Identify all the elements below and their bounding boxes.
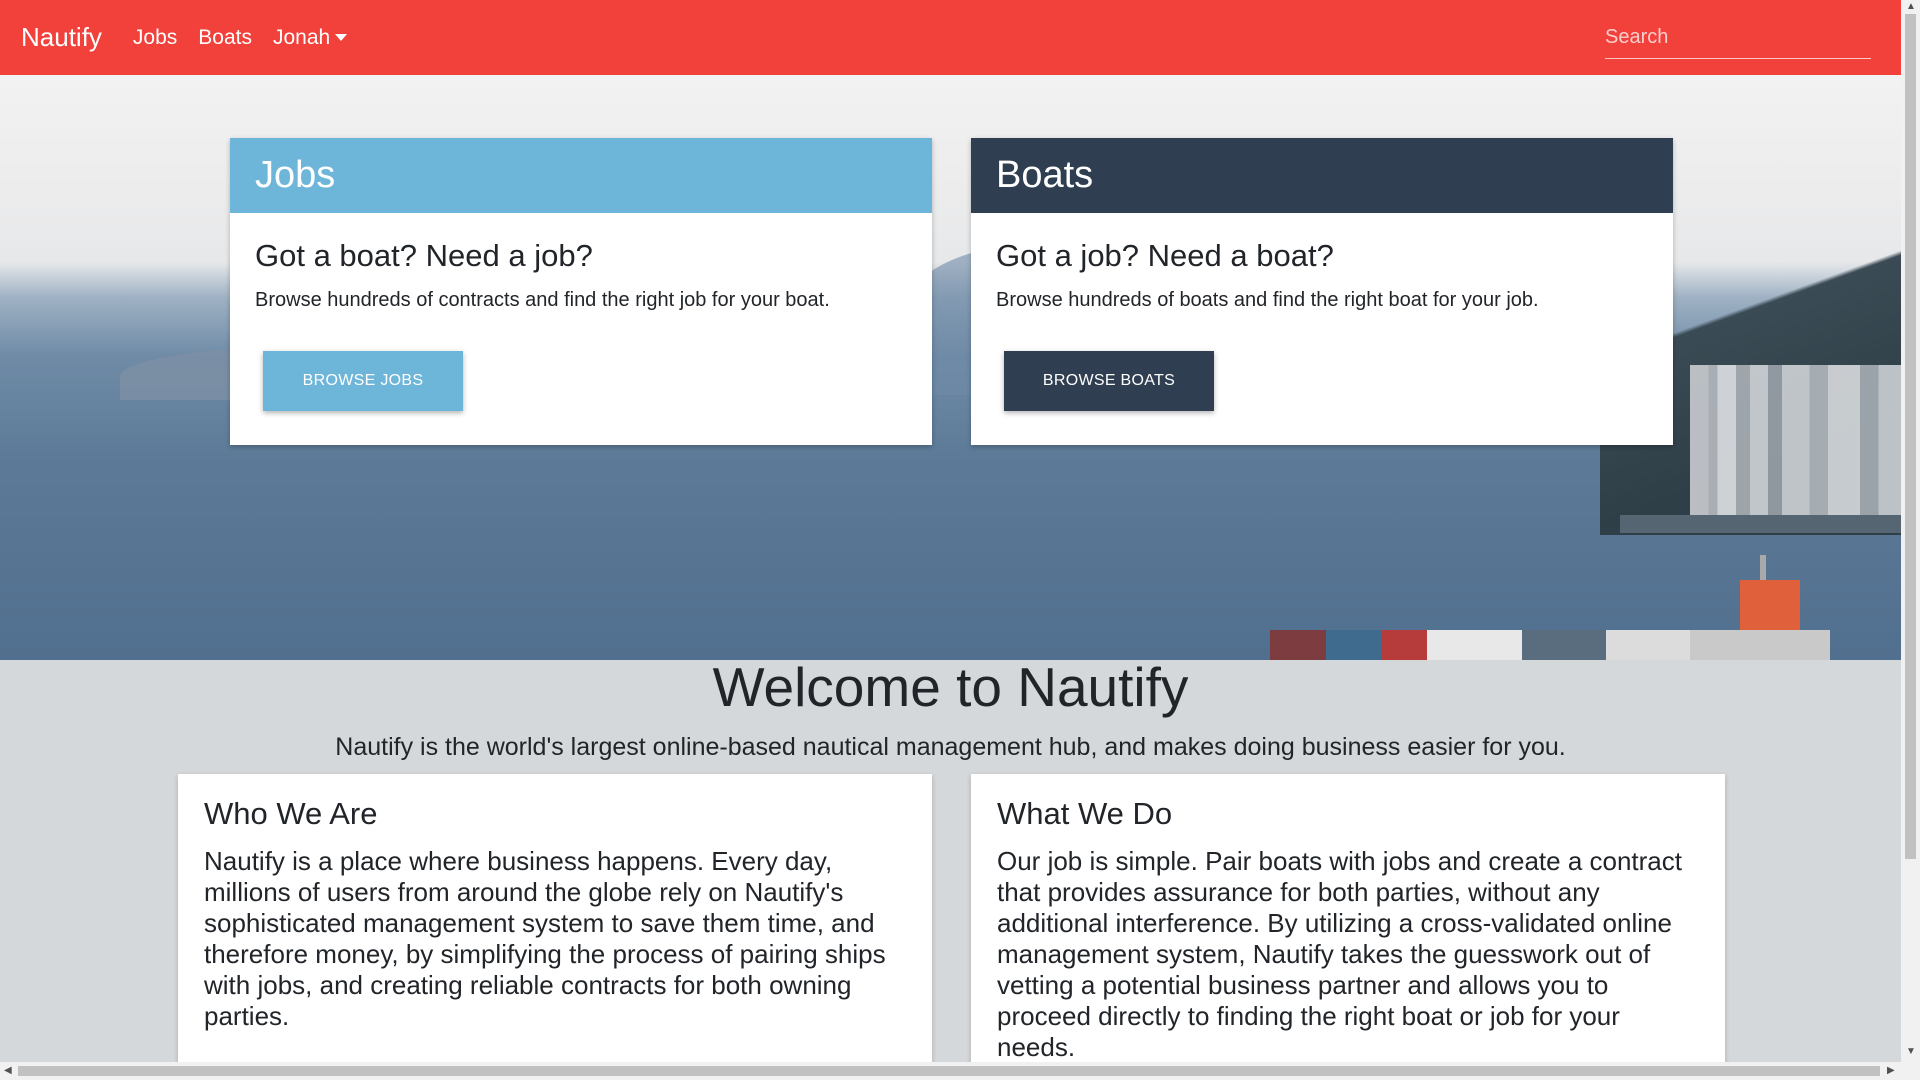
scroll-up-arrow-icon[interactable]: ▲ [1906, 1, 1916, 12]
welcome-subtitle: Nautify is the world's largest online-ba… [335, 733, 1566, 761]
vertical-scrollbar[interactable]: ▲ ▼ [1901, 0, 1920, 1062]
jobs-card-body: Got a boat? Need a job? Browse hundreds … [230, 213, 932, 312]
search-input[interactable] [1605, 16, 1871, 59]
hero-shoreline [1620, 515, 1901, 533]
who-we-are-card: Who We Are Nautify is a place where busi… [178, 774, 932, 1074]
boats-card-title: Got a job? Need a boat? [996, 238, 1334, 273]
caret-down-icon [335, 34, 348, 41]
boats-card-body: Got a job? Need a boat? Browse hundreds … [971, 213, 1673, 312]
horizontal-scrollbar[interactable]: ◀ ▶ [0, 1062, 1920, 1080]
browse-jobs-button[interactable]: Browse Jobs [263, 351, 463, 411]
hero-city-skyline [1690, 365, 1901, 525]
what-we-do-text: Our job is simple. Pair boats with jobs … [997, 846, 1682, 1062]
welcome-title: Welcome to Nautify [712, 656, 1189, 718]
nav-link-boats[interactable]: Boats [198, 26, 252, 50]
boats-card: Boats Got a job? Need a boat? Browse hun… [971, 138, 1673, 445]
nav-link-jobs[interactable]: Jobs [133, 26, 177, 50]
scroll-down-arrow-icon[interactable]: ▼ [1906, 1046, 1916, 1057]
what-we-do-card: What We Do Our job is simple. Pair boats… [971, 774, 1725, 1074]
boats-card-text: Browse hundreds of boats and find the ri… [996, 289, 1539, 311]
jobs-card: Jobs Got a boat? Need a job? Browse hund… [230, 138, 932, 445]
jobs-card-header: Jobs [230, 138, 932, 213]
who-we-are-text: Nautify is a place where business happen… [204, 846, 886, 1031]
user-menu-label: Jonah [272, 25, 331, 49]
scroll-right-arrow-icon[interactable]: ▶ [1887, 1065, 1895, 1076]
horizontal-scrollbar-thumb[interactable] [18, 1066, 1880, 1076]
scroll-left-arrow-icon[interactable]: ◀ [4, 1065, 12, 1076]
jobs-card-title: Got a boat? Need a job? [255, 238, 593, 273]
user-menu-dropdown[interactable]: Jonah [272, 25, 348, 50]
who-we-are-title: Who We Are [204, 796, 378, 831]
vertical-scrollbar-thumb[interactable] [1905, 14, 1916, 859]
boats-card-header: Boats [971, 138, 1673, 213]
browse-boats-button[interactable]: Browse Boats [1004, 351, 1214, 411]
what-we-do-title: What We Do [997, 796, 1173, 831]
jobs-card-text: Browse hundreds of contracts and find th… [255, 289, 830, 311]
brand-logo[interactable]: Nautify [21, 22, 102, 53]
navbar: Nautify Jobs Boats Jonah [0, 0, 1901, 75]
